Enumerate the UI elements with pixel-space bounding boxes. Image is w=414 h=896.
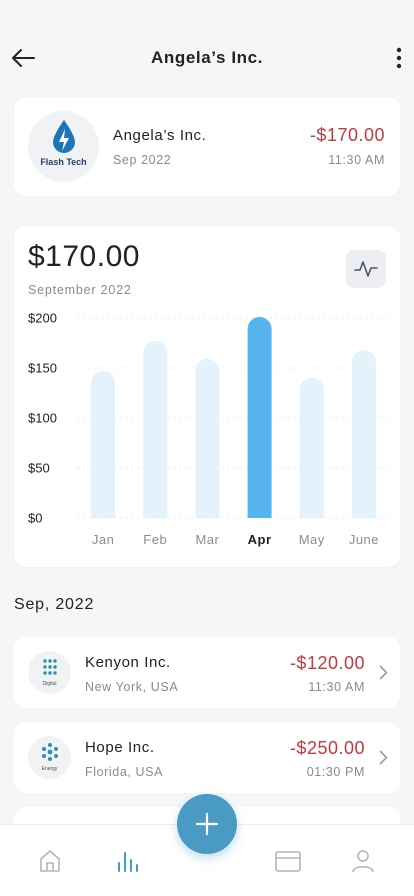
bar-jan[interactable]	[91, 371, 116, 518]
transaction-location: New York, USA	[85, 680, 179, 694]
more-options-icon[interactable]	[394, 46, 404, 70]
section-title: Sep, 2022	[14, 596, 95, 613]
chevron-right-icon	[379, 665, 388, 680]
merchant-amount: -$170.00	[309, 125, 385, 145]
top-bar: Angela’s Inc.	[0, 36, 414, 80]
transaction-logo-caption: Energy	[41, 766, 58, 772]
bar-chart: $0 $50 $100 $150 $200 Jan Feb Mar Apr May June	[28, 311, 390, 547]
bar-apr[interactable]	[247, 317, 272, 518]
bar-base	[143, 506, 168, 518]
y-tick-label: $50	[28, 461, 50, 476]
page-title: Angela’s Inc.	[150, 48, 264, 67]
bar-feb[interactable]	[143, 341, 168, 518]
merchant-name: Angela’s Inc.	[113, 127, 207, 144]
transaction-name: Hope Inc.	[85, 739, 155, 756]
bar-june[interactable]	[351, 350, 376, 518]
transaction-location: Florida, USA	[85, 765, 164, 779]
y-tick-label: $200	[28, 311, 57, 326]
y-tick-label: $0	[28, 511, 42, 526]
transaction-logo: Energy	[28, 736, 71, 779]
y-tick-label: $150	[28, 361, 57, 376]
x-tick-label: Apr	[248, 532, 272, 547]
profile-icon[interactable]	[349, 847, 377, 875]
merchant-card: Flash Tech Angela’s Inc. Sep 2022 -$170.…	[14, 97, 400, 196]
bar-mar[interactable]	[195, 359, 220, 518]
add-button[interactable]	[177, 794, 237, 854]
transaction-amount: -$120.00	[289, 653, 365, 673]
x-tick-label: May	[299, 532, 325, 547]
card-icon[interactable]	[274, 847, 302, 875]
transaction-logo: Digital	[28, 651, 71, 694]
energy-logo-icon	[42, 743, 58, 761]
chevron-right-icon	[379, 750, 388, 765]
transaction-amount: -$250.00	[289, 738, 365, 758]
transaction-row[interactable]: Energy Hope Inc. Florida, USA -$250.00 0…	[14, 722, 400, 793]
digital-logo-icon	[43, 659, 57, 675]
bar-may[interactable]	[299, 378, 324, 518]
x-tick-label: Jan	[92, 532, 114, 547]
stats-icon[interactable]	[114, 847, 142, 875]
bar-base	[351, 506, 376, 518]
x-tick-label: Feb	[143, 532, 167, 547]
home-icon[interactable]	[36, 847, 64, 875]
bar-base	[195, 506, 220, 518]
spending-chart-card: $170.00 September 2022 $0 $50 $100 $150 $200…	[14, 226, 400, 567]
x-tick-label: Mar	[195, 532, 219, 547]
bar-base	[299, 506, 324, 518]
merchant-logo: Flash Tech	[28, 111, 99, 182]
transaction-row[interactable]: Digital Kenyon Inc. New York, USA -$120.…	[14, 637, 400, 708]
transaction-time: 11:30 AM	[308, 680, 365, 694]
merchant-time: 11:30 AM	[328, 153, 385, 167]
merchant-logo-text: Flash Tech	[40, 157, 87, 167]
add-icon	[195, 812, 219, 836]
bar-base	[247, 506, 272, 518]
transaction-logo-caption: Digital	[42, 681, 57, 687]
x-tick-label: June	[349, 532, 379, 547]
transaction-name: Kenyon Inc.	[85, 654, 171, 671]
merchant-date: Sep 2022	[113, 153, 172, 167]
y-tick-label: $100	[28, 411, 57, 426]
transaction-time: 01:30 PM	[306, 765, 365, 779]
bar-base	[91, 506, 116, 518]
flash-tech-logo-icon	[53, 120, 75, 153]
